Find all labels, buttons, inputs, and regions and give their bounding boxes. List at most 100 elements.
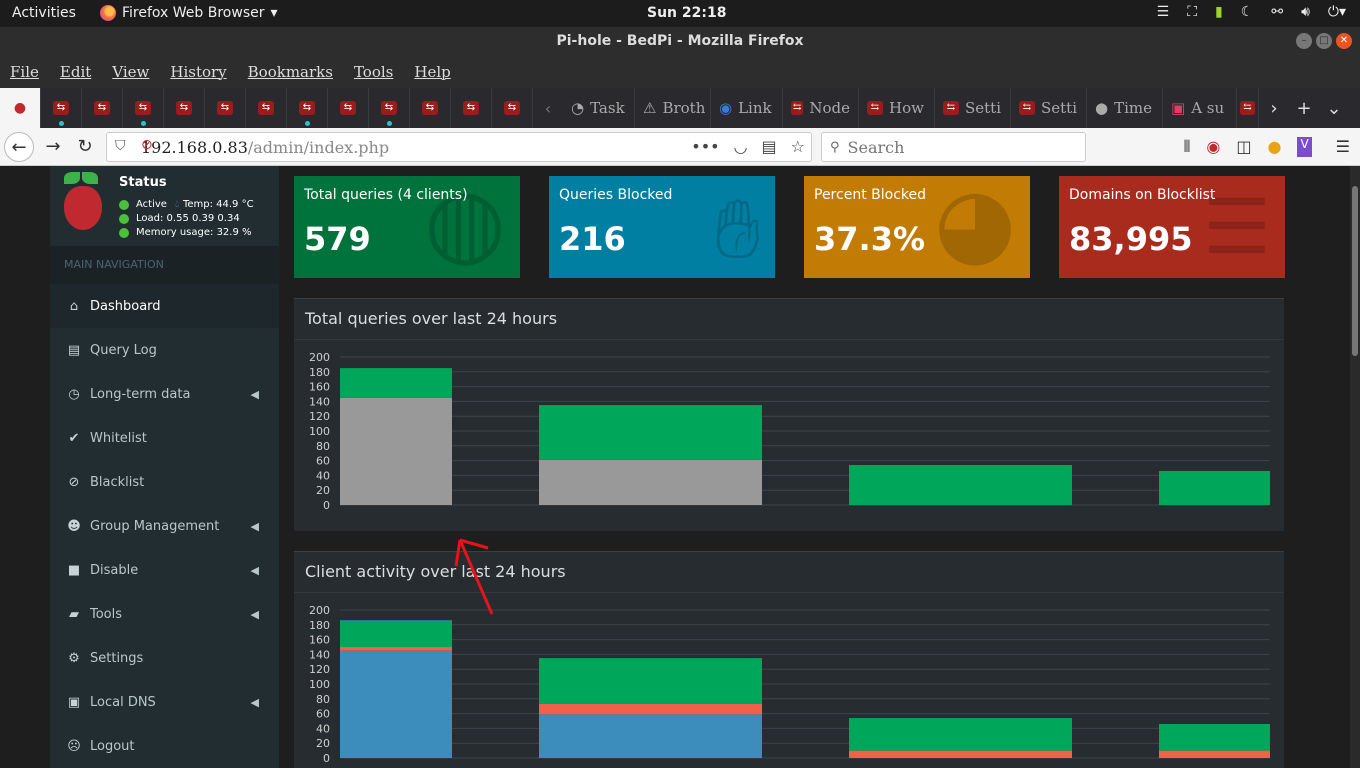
tab-pinned[interactable]: ⇆ — [164, 88, 205, 128]
forward-button[interactable]: → — [38, 132, 68, 162]
hamburger-menu-icon[interactable]: ☰ — [1336, 137, 1350, 157]
menu-tools[interactable]: Tools — [354, 56, 404, 88]
tab-task[interactable]: ◔ Task — [563, 88, 635, 128]
new-tab-button[interactable]: + — [1289, 98, 1319, 119]
activities-button[interactable]: Activities — [12, 5, 76, 21]
nodered-icon: ⇆ — [791, 101, 804, 115]
cpu-monitor-icon[interactable]: ▮ — [1215, 4, 1223, 20]
tab-pinned[interactable]: ⇆ — [492, 88, 533, 128]
bar-segment[interactable] — [539, 703, 762, 715]
bar-segment[interactable] — [340, 368, 452, 398]
library-icon[interactable]: ⫴ — [1184, 137, 1191, 157]
bar-segment[interactable] — [849, 465, 1072, 505]
bar-segment[interactable] — [539, 405, 762, 460]
tab-pinned[interactable]: ⇆ — [287, 88, 328, 128]
tab-how[interactable]: ⇆ How — [859, 88, 935, 128]
page-scrollbar[interactable] — [1350, 166, 1360, 768]
tab-setti-2[interactable]: ⇆ Setti — [1011, 88, 1087, 128]
tab-pinned[interactable]: ⇆ — [82, 88, 123, 128]
tab-scroll-right-icon[interactable]: › — [1259, 98, 1289, 119]
stat-queries-blocked[interactable]: ✋︎ Queries Blocked 216 — [549, 176, 775, 278]
tab-pinned[interactable]: ⇆ — [451, 88, 492, 128]
network-icon[interactable]: ⚯ — [1271, 4, 1283, 20]
url-bar[interactable]: ⛉ ⊘ 192.168.0.83/admin/index.php ••• ◡ ▤… — [106, 132, 812, 162]
tab-pinned[interactable]: ⇆ — [369, 88, 410, 128]
tab-pinned[interactable]: ⇆ — [41, 88, 82, 128]
bar-segment[interactable] — [1159, 470, 1270, 505]
bar-segment[interactable] — [340, 650, 452, 758]
bar-segment[interactable] — [539, 459, 762, 505]
tab-link[interactable]: ◉ Link — [711, 88, 783, 128]
sidebar-item-query-log[interactable]: ▤ Query Log — [50, 328, 279, 372]
bookmark-star-icon[interactable]: ☆ — [791, 137, 805, 156]
stat-total-queries[interactable]: ◍ Total queries (4 clients) 579 — [294, 176, 520, 278]
sidebar-toggle-icon[interactable]: ◫ — [1236, 137, 1251, 157]
extension-icon[interactable]: ● — [1267, 137, 1281, 157]
sidebar-item-disable[interactable]: ■ Disable ◀ — [50, 548, 279, 592]
bar-segment[interactable] — [1159, 723, 1270, 751]
menu-file[interactable]: File — [10, 56, 50, 88]
bar-segment[interactable] — [340, 397, 452, 505]
tab-broth[interactable]: ⚠ Broth — [635, 88, 711, 128]
search-box[interactable]: ⚲ — [821, 132, 1086, 162]
bar-segment[interactable] — [849, 718, 1072, 751]
minimize-button[interactable]: – — [1296, 33, 1312, 49]
close-button[interactable]: ✕ — [1336, 33, 1352, 49]
screenshot-icon[interactable]: ⛶ — [1187, 4, 1197, 20]
tab-pinned[interactable]: ⇆ — [205, 88, 246, 128]
night-light-icon[interactable]: ☾ — [1241, 4, 1254, 20]
sidebar-item-dashboard[interactable]: ⌂ Dashboard — [50, 284, 279, 328]
sidebar-item-blacklist[interactable]: ⊘ Blacklist — [50, 460, 279, 504]
tab-setti-1[interactable]: ⇆ Setti — [935, 88, 1011, 128]
sidebar-item-whitelist[interactable]: ✔ Whitelist — [50, 416, 279, 460]
tab-pinned[interactable]: ⇆ — [123, 88, 164, 128]
stat-domains-blocklist[interactable]: ☰ Domains on Blocklist 83,995 — [1059, 176, 1285, 278]
sidebar-item-group-management[interactable]: ☻ Group Management ◀ — [50, 504, 279, 548]
clock[interactable]: Sun 22:18 — [647, 5, 726, 21]
menu-icon[interactable]: ☰ — [1157, 4, 1170, 20]
volume-icon[interactable]: 🔊︎ — [1301, 4, 1310, 20]
insecure-lock-icon[interactable]: ⊘ — [141, 137, 153, 153]
sidebar-item-logout[interactable]: ☹ Logout — [50, 724, 279, 768]
menu-view[interactable]: View — [112, 56, 160, 88]
menu-bookmarks[interactable]: Bookmarks — [248, 56, 344, 88]
sidebar-item-settings[interactable]: ⚙ Settings — [50, 636, 279, 680]
pocket-icon[interactable]: ◡ — [734, 137, 748, 156]
tab-a-su[interactable]: ▣ A su — [1163, 88, 1237, 128]
bar-segment[interactable] — [1159, 750, 1270, 758]
power-icon[interactable]: ⏻▾ — [1328, 4, 1346, 20]
record-extension-icon[interactable]: ◉ — [1206, 137, 1220, 157]
shield-icon[interactable]: ⛉ — [115, 138, 126, 154]
vpn-extension-icon[interactable]: V — [1297, 137, 1312, 157]
menu-edit[interactable]: Edit — [60, 56, 102, 88]
bar-segment[interactable] — [340, 647, 452, 651]
tab-node[interactable]: ⇆ Node — [783, 88, 859, 128]
sidebar-item-long-term-data[interactable]: ◷ Long-term data ◀ — [50, 372, 279, 416]
page-actions-icon[interactable]: ••• — [691, 137, 719, 156]
bar-segment[interactable] — [539, 714, 762, 758]
app-menu[interactable]: Firefox Web Browser ▾ — [100, 5, 278, 21]
bar-segment[interactable] — [539, 658, 762, 704]
bar-segment[interactable] — [340, 621, 452, 647]
bar-segment[interactable] — [849, 750, 1072, 758]
menu-history[interactable]: History — [170, 56, 237, 88]
list-all-tabs-icon[interactable]: ⌄ — [1319, 98, 1349, 119]
reload-button[interactable]: ↻ — [70, 132, 100, 162]
stat-percent-blocked[interactable]: ◕ Percent Blocked 37.3% — [804, 176, 1030, 278]
tab-pinned[interactable]: ⇆ — [246, 88, 287, 128]
tab-pihole-active[interactable]: ● — [0, 88, 41, 128]
bar-segment[interactable] — [340, 620, 452, 622]
tab-overflow[interactable]: ⇆ — [1237, 88, 1259, 128]
tab-time[interactable]: ● Time — [1087, 88, 1163, 128]
tab-scroll-left-icon[interactable]: ‹ — [533, 99, 563, 118]
tab-pinned[interactable]: ⇆ — [410, 88, 451, 128]
back-button[interactable]: ← — [4, 132, 34, 162]
sidebar-item-local-dns[interactable]: ▣ Local DNS ◀ — [50, 680, 279, 724]
tab-pinned[interactable]: ⇆ — [328, 88, 369, 128]
maximize-button[interactable]: □ — [1316, 33, 1332, 49]
search-input[interactable] — [847, 137, 1068, 157]
scrollbar-thumb[interactable] — [1352, 186, 1358, 356]
sidebar-item-tools[interactable]: ▰ Tools ◀ — [50, 592, 279, 636]
reader-view-icon[interactable]: ▤ — [762, 137, 777, 156]
menu-help[interactable]: Help — [414, 56, 461, 88]
